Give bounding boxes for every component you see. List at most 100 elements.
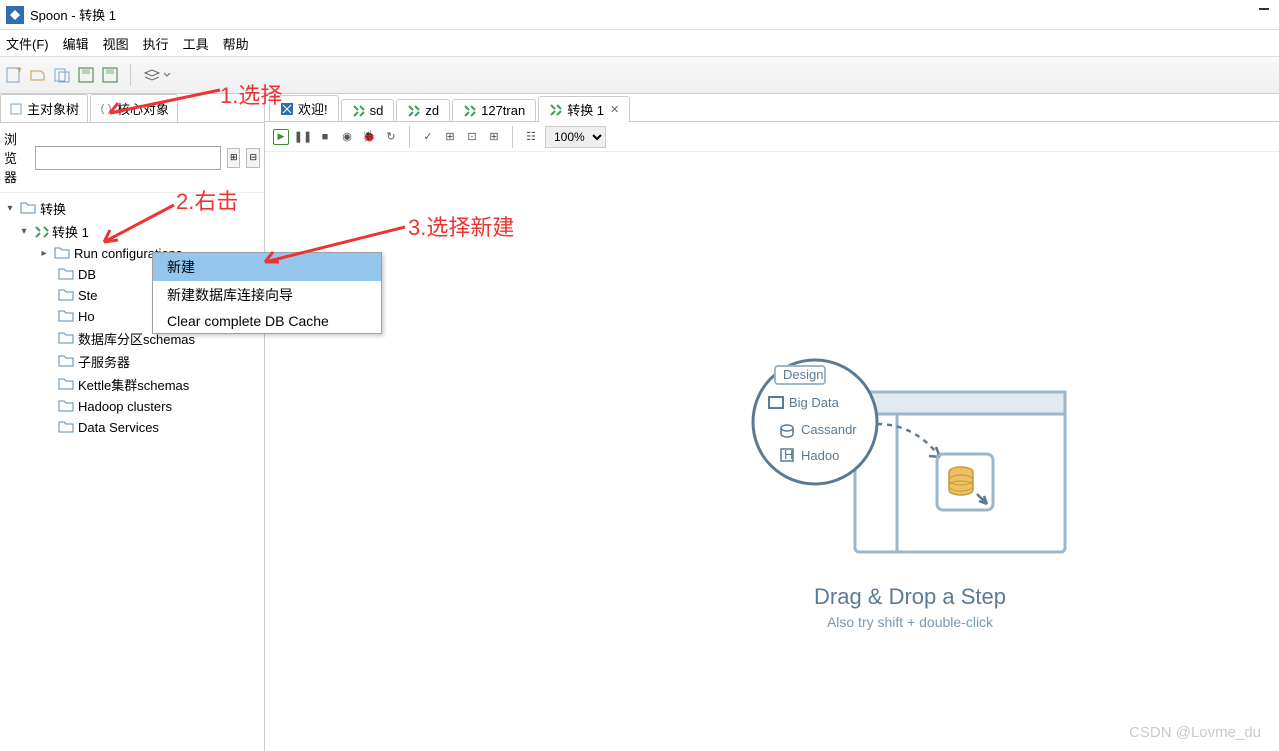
tree-hadoop[interactable]: Hadoop clusters — [0, 396, 264, 417]
save-icon[interactable] — [78, 67, 94, 83]
caret-down-icon[interactable]: ▾ — [18, 226, 30, 237]
svg-text:Design: Design — [783, 367, 823, 382]
menu-run[interactable]: 执行 — [143, 34, 169, 53]
pause-icon[interactable]: ❚❚ — [295, 129, 311, 145]
transformation-icon — [34, 225, 48, 239]
trans-tab-icon — [352, 104, 366, 118]
main-toolbar: + — [0, 56, 1279, 94]
menu-tools[interactable]: 工具 — [183, 34, 209, 53]
impact-icon[interactable]: ⊞ — [442, 129, 458, 145]
menu-edit[interactable]: 编辑 — [63, 34, 89, 53]
svg-text:Big Data: Big Data — [789, 395, 840, 410]
close-icon[interactable]: ✕ — [610, 103, 619, 116]
trans-tab-icon — [549, 103, 563, 117]
left-panel-tabs: 主对象树 核心对象 — [0, 94, 264, 123]
minimize-icon[interactable] — [1259, 8, 1269, 10]
new-icon[interactable]: + — [6, 67, 22, 83]
watermark: CSDN @Lovme_du — [1129, 724, 1261, 741]
sql-icon[interactable]: ⊡ — [464, 129, 480, 145]
menu-help[interactable]: 帮助 — [223, 34, 249, 53]
context-menu: 新建 新建数据库连接向导 Clear complete DB Cache — [152, 252, 382, 334]
browser-label: 浏览器 — [4, 129, 29, 186]
tree-hops-label: Ho — [78, 309, 95, 324]
perspective-icon[interactable] — [143, 67, 171, 83]
menubar: 文件(F) 编辑 视图 执行 工具 帮助 — [0, 30, 1279, 56]
tab-127tran[interactable]: 127tran — [452, 99, 536, 121]
tree-trans1-label: 转换 1 — [52, 222, 89, 241]
app-icon — [6, 6, 24, 24]
tab-welcome[interactable]: 欢迎! — [269, 95, 339, 121]
explore-icon[interactable] — [54, 67, 70, 83]
context-new[interactable]: 新建 — [153, 253, 381, 281]
tab-core-objects-label: 核心对象 — [117, 99, 169, 118]
tree-slave-label: 子服务器 — [78, 352, 130, 371]
canvas-toolbar: ▶ ❚❚ ■ ◉ 🐞 ↻ ✓ ⊞ ⊡ ⊞ ☷ 100% — [265, 122, 1279, 152]
tab-welcome-label: 欢迎! — [298, 99, 328, 118]
illu-title: Drag & Drop a Step — [655, 584, 1165, 610]
explore-db-icon[interactable]: ⊞ — [486, 129, 502, 145]
tab-trans1[interactable]: 转换 1 ✕ — [538, 96, 630, 122]
folder-icon — [58, 266, 74, 283]
menu-view[interactable]: 视图 — [103, 34, 129, 53]
tree-hadoop-label: Hadoop clusters — [78, 399, 172, 414]
debug-icon[interactable]: 🐞 — [361, 129, 377, 145]
tab-zd[interactable]: zd — [396, 99, 450, 121]
browser-row: 浏览器 ⊞ ⊟ — [0, 123, 264, 193]
zoom-select[interactable]: 100% — [545, 126, 606, 148]
trans-tab-icon — [407, 104, 421, 118]
tree-root-label: 转换 — [40, 199, 66, 218]
tab-zd-label: zd — [425, 103, 439, 118]
folder-icon — [20, 200, 36, 217]
tab-core-objects[interactable]: 核心对象 — [90, 94, 178, 122]
context-wizard[interactable]: 新建数据库连接向导 — [153, 281, 381, 309]
tree-trans1[interactable]: ▾ 转换 1 — [0, 220, 264, 243]
caret-right-icon[interactable]: ▸ — [38, 248, 50, 259]
stop-icon[interactable]: ■ — [317, 129, 333, 145]
tab-main-tree[interactable]: 主对象树 — [0, 94, 88, 122]
tree-root[interactable]: ▾ 转换 — [0, 197, 264, 220]
svg-text:Hadoo: Hadoo — [801, 448, 839, 463]
svg-text:H: H — [784, 447, 793, 462]
open-icon[interactable] — [30, 67, 46, 83]
canvas-area[interactable]: Design Big Data Cassandr H Hadoo — [265, 152, 1279, 751]
tab-127tran-label: 127tran — [481, 103, 525, 118]
folder-icon — [58, 419, 74, 436]
folder-icon — [58, 287, 74, 304]
svg-text:Cassandr: Cassandr — [801, 422, 857, 437]
tab-sd[interactable]: sd — [341, 99, 395, 121]
tree-slave[interactable]: 子服务器 — [0, 350, 264, 373]
folder-icon — [58, 308, 74, 325]
run-icon[interactable]: ▶ — [273, 129, 289, 145]
toolbar-sep — [512, 126, 513, 148]
core-tab-icon — [99, 102, 113, 116]
tree-cluster-label: Kettle集群schemas — [78, 375, 189, 394]
search-input[interactable] — [35, 146, 221, 170]
verify-icon[interactable]: ✓ — [420, 129, 436, 145]
caret-down-icon[interactable]: ▾ — [4, 203, 16, 214]
folder-icon — [58, 376, 74, 393]
collapse-all-icon[interactable]: ⊟ — [246, 148, 260, 168]
left-panel: 主对象树 核心对象 浏览器 ⊞ ⊟ ▾ 转换 ▾ — [0, 94, 265, 751]
show-results-icon[interactable]: ☷ — [523, 129, 539, 145]
tree-steps-label: Ste — [78, 288, 98, 303]
content-area: 主对象树 核心对象 浏览器 ⊞ ⊟ ▾ 转换 ▾ — [0, 94, 1279, 751]
context-clearcache[interactable]: Clear complete DB Cache — [153, 309, 381, 333]
folder-icon — [58, 353, 74, 370]
window-title: Spoon - 转换 1 — [30, 5, 116, 24]
replay-icon[interactable]: ↻ — [383, 129, 399, 145]
tree-dataservices[interactable]: Data Services — [0, 417, 264, 438]
expand-all-icon[interactable]: ⊞ — [227, 148, 241, 168]
trans-tab-icon — [463, 104, 477, 118]
preview-icon[interactable]: ◉ — [339, 129, 355, 145]
folder-icon — [54, 245, 70, 262]
tree-dataservices-label: Data Services — [78, 420, 159, 435]
saveas-icon[interactable] — [102, 67, 118, 83]
tab-sd-label: sd — [370, 103, 384, 118]
right-panel: 欢迎! sd zd 127tran 转换 1 ✕ ▶ ❚❚ ■ — [265, 94, 1279, 751]
tree-cluster[interactable]: Kettle集群schemas — [0, 373, 264, 396]
titlebar: Spoon - 转换 1 — [0, 0, 1279, 30]
menu-file[interactable]: 文件(F) — [6, 34, 49, 53]
folder-icon — [58, 330, 74, 347]
toolbar-sep — [409, 126, 410, 148]
svg-text:+: + — [16, 67, 22, 76]
